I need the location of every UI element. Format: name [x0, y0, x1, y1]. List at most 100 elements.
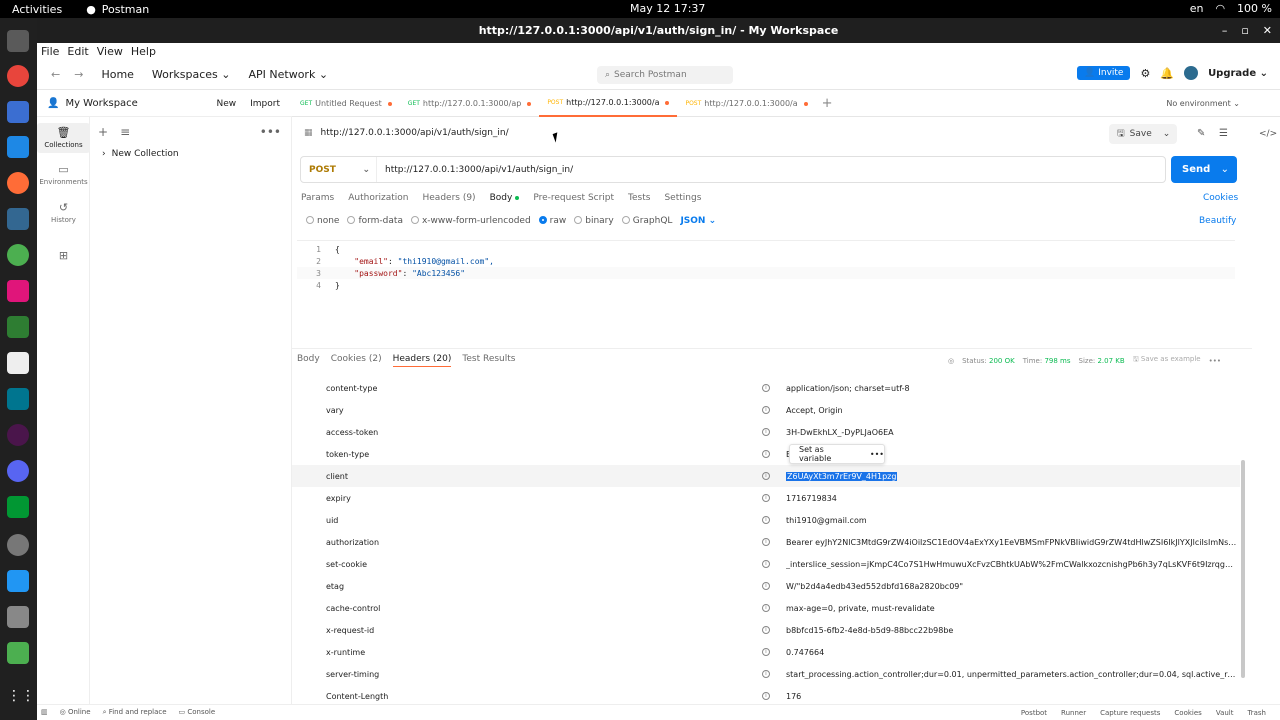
- menu-view[interactable]: View: [97, 45, 123, 58]
- add-collection-icon[interactable]: +: [98, 125, 108, 139]
- trash-button[interactable]: Trash: [1248, 709, 1267, 717]
- disk-icon[interactable]: [7, 606, 29, 628]
- info-icon[interactable]: i: [762, 538, 770, 546]
- new-button[interactable]: New: [216, 99, 236, 109]
- intellij-icon[interactable]: [7, 280, 29, 302]
- tab-request-active[interactable]: POST http://127.0.0.1:3000/a: [539, 91, 678, 117]
- code-icon[interactable]: </>: [1259, 129, 1277, 139]
- header-key[interactable]: Content-Length: [326, 692, 388, 701]
- method-select[interactable]: POST ⌄: [301, 157, 377, 182]
- header-key[interactable]: client: [326, 472, 348, 481]
- edit-pencil-icon[interactable]: ✎: [1197, 128, 1205, 139]
- back-arrow-icon[interactable]: ←: [51, 68, 60, 81]
- info-icon[interactable]: i: [762, 670, 770, 678]
- menu-help[interactable]: Help: [131, 45, 156, 58]
- body-type-binary[interactable]: binary: [574, 216, 614, 226]
- screenshot-app-icon[interactable]: [7, 101, 29, 123]
- vim-icon[interactable]: [7, 496, 29, 518]
- body-type-urlencoded[interactable]: x-www-form-urlencoded: [410, 216, 531, 226]
- tab-headers[interactable]: Headers (9): [423, 193, 476, 203]
- notifications-bell-icon[interactable]: 🔔: [1160, 67, 1174, 80]
- upgrade-button[interactable]: Upgrade ⌄: [1208, 68, 1268, 79]
- header-key[interactable]: x-request-id: [326, 626, 374, 635]
- menu-edit[interactable]: Edit: [67, 45, 88, 58]
- header-value[interactable]: Z6UAyXt3m7rEr9V_4H1pzg: [786, 471, 1238, 481]
- info-icon[interactable]: i: [762, 472, 770, 480]
- home-link[interactable]: Home: [101, 68, 133, 81]
- app-menu[interactable]: ● Postman: [86, 3, 149, 16]
- time-field[interactable]: Time: 798 ms: [1023, 357, 1071, 365]
- environment-selector[interactable]: No environment ⌄: [1166, 99, 1240, 108]
- postgres-icon[interactable]: [7, 208, 29, 230]
- header-value[interactable]: b8bfcd15-6fb2-4e8d-b5d9-88bcc22b98be: [786, 626, 1238, 635]
- menu-file[interactable]: File: [41, 45, 59, 58]
- app-icon[interactable]: [7, 244, 29, 266]
- header-key[interactable]: vary: [326, 406, 344, 415]
- rail-collections[interactable]: 🗑 Collections: [37, 123, 90, 153]
- info-icon[interactable]: i: [762, 582, 770, 590]
- header-key[interactable]: authorization: [326, 538, 379, 547]
- tab-tests[interactable]: Tests: [628, 193, 650, 203]
- header-key[interactable]: content-type: [326, 384, 377, 393]
- save-button[interactable]: 🖫 Save ⌄: [1109, 124, 1177, 144]
- header-value[interactable]: 1716719834: [786, 494, 1238, 503]
- rail-configure[interactable]: ⊞: [37, 249, 90, 264]
- info-icon[interactable]: i: [762, 604, 770, 612]
- toggle-sidebar-icon[interactable]: ▥: [41, 708, 48, 717]
- info-icon[interactable]: i: [762, 516, 770, 524]
- more-options-icon[interactable]: •••: [870, 450, 884, 459]
- collection-item[interactable]: › New Collection: [102, 149, 179, 159]
- comments-icon[interactable]: ☰: [1219, 128, 1228, 139]
- tab-request[interactable]: GET Untitled Request: [292, 91, 400, 117]
- vault-button[interactable]: Vault: [1216, 709, 1234, 717]
- console-button[interactable]: ▭ Console: [179, 708, 216, 717]
- chrome-icon[interactable]: [7, 65, 29, 87]
- header-key[interactable]: cache-control: [326, 604, 380, 613]
- request-title-label[interactable]: http://127.0.0.1:3000/api/v1/auth/sign_i…: [321, 128, 509, 138]
- body-type-none[interactable]: none: [306, 216, 339, 226]
- header-key[interactable]: x-runtime: [326, 648, 365, 657]
- settings-gear-icon[interactable]: ⚙: [1140, 67, 1150, 80]
- api-network-menu[interactable]: API Network ⌄: [249, 68, 329, 81]
- trash-icon[interactable]: [7, 642, 29, 664]
- header-key[interactable]: expiry: [326, 494, 351, 503]
- import-button[interactable]: Import: [250, 99, 280, 109]
- tab-params[interactable]: Params: [301, 193, 334, 203]
- header-value[interactable]: Bearer eyJhY2NlC3MtdG9rZW4iOiIzSC1EdOV4a…: [786, 538, 1238, 547]
- more-options-icon[interactable]: •••: [1209, 357, 1221, 365]
- set-as-variable-button[interactable]: Set as variable: [799, 445, 852, 463]
- save-example-button[interactable]: 🖫 Save as example: [1133, 355, 1201, 366]
- header-value[interactable]: 3H-DwEkhLX_-DyPLJaO6EA: [786, 428, 1238, 437]
- rail-environments[interactable]: ▭ Environments: [37, 163, 90, 186]
- restore-icon[interactable]: ▫: [1241, 18, 1248, 43]
- search-input[interactable]: ⌕ Search Postman: [597, 66, 733, 84]
- status-field[interactable]: Status: 200 OK: [962, 357, 1015, 365]
- info-icon[interactable]: i: [762, 626, 770, 634]
- filter-icon[interactable]: ≡: [120, 125, 130, 139]
- workspace-name[interactable]: 👤 My Workspace: [47, 98, 138, 109]
- header-key[interactable]: set-cookie: [326, 560, 367, 569]
- header-value[interactable]: start_processing.action_controller;dur=0…: [786, 670, 1238, 679]
- cookies-link[interactable]: Cookies: [1203, 193, 1238, 203]
- info-icon[interactable]: i: [762, 560, 770, 568]
- header-value[interactable]: application/json; charset=utf-8: [786, 384, 1238, 393]
- avatar[interactable]: [1184, 66, 1199, 80]
- minimize-icon[interactable]: –: [1222, 18, 1228, 43]
- capture-button[interactable]: Capture requests: [1100, 709, 1160, 717]
- clock[interactable]: May 12 17:37: [630, 2, 705, 15]
- close-icon[interactable]: ✕: [1263, 18, 1272, 43]
- body-type-graphql[interactable]: GraphQL: [621, 216, 672, 226]
- chevron-down-icon[interactable]: ⌄: [1221, 164, 1229, 175]
- player-icon[interactable]: [7, 316, 29, 338]
- info-icon[interactable]: i: [762, 428, 770, 436]
- activities-button[interactable]: Activities: [12, 3, 62, 16]
- send-button[interactable]: Send ⌄: [1171, 156, 1237, 183]
- forward-arrow-icon[interactable]: →: [74, 68, 83, 81]
- header-value[interactable]: _interslice_session=jKmpC4Co7S1HwHmuwuXc…: [786, 560, 1238, 569]
- body-editor[interactable]: 1{ 2 "email": "thi1910@gmail.com", 3 "pa…: [297, 240, 1235, 345]
- workspaces-menu[interactable]: Workspaces ⌄: [152, 68, 231, 81]
- header-value[interactable]: 0.747664: [786, 648, 1238, 657]
- more-options-icon[interactable]: •••: [260, 125, 281, 139]
- slack-icon[interactable]: [7, 424, 29, 446]
- header-value[interactable]: Accept, Origin: [786, 406, 1238, 415]
